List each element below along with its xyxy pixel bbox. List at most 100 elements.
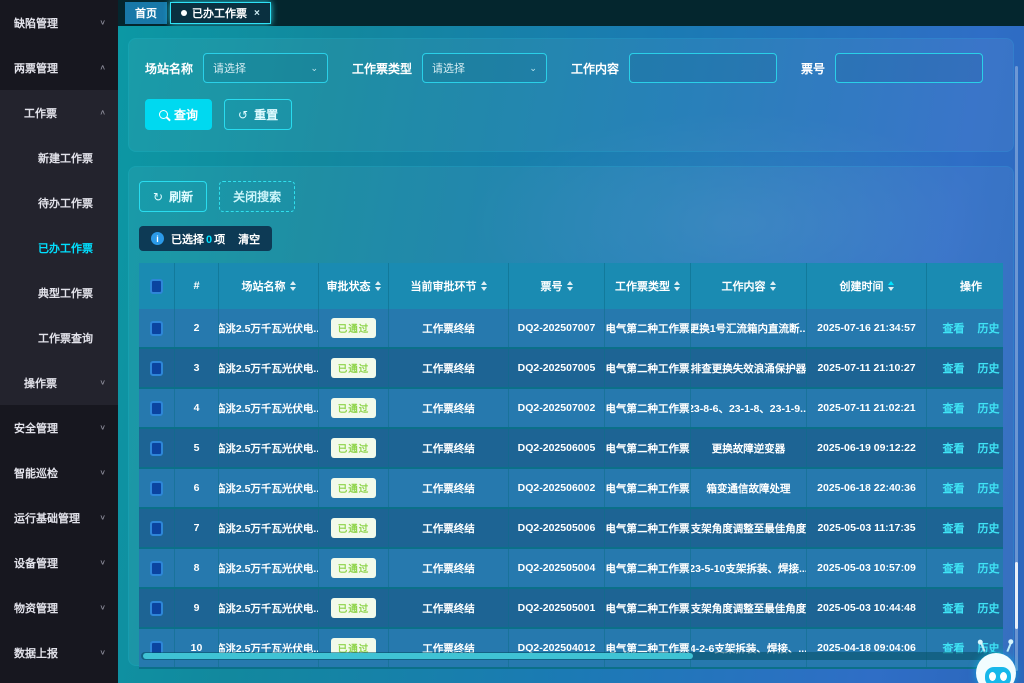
search-button[interactable]: 查询 — [145, 99, 212, 130]
sidebar: 缺陷管理∨两票管理∧工作票∧新建工作票待办工作票已办工作票典型工作票工作票查询操… — [0, 0, 118, 683]
sort-icon[interactable] — [375, 281, 381, 291]
sort-asc-icon — [290, 281, 296, 285]
sidebar-item-工作票[interactable]: 工作票∧ — [0, 90, 118, 135]
row-checkbox[interactable] — [150, 561, 163, 576]
history-link[interactable]: 历史 — [978, 560, 1000, 576]
column-header-审批状态[interactable]: 审批状态 — [319, 263, 389, 309]
history-link[interactable]: 历史 — [978, 400, 1000, 416]
ticket-type-cell: 电气第二种工作票 — [605, 509, 691, 547]
view-link[interactable]: 查看 — [943, 360, 965, 376]
close-tab-icon[interactable]: × — [254, 8, 260, 19]
history-link[interactable]: 历史 — [978, 520, 1000, 536]
clear-selection-link[interactable]: 清空 — [238, 231, 260, 247]
sort-icon[interactable] — [290, 281, 296, 291]
row-checkbox-cell — [139, 309, 175, 347]
station-name-select[interactable]: 请选择 ⌄ — [203, 53, 328, 83]
assistant-robot-icon[interactable] — [974, 645, 1018, 683]
active-tab-dot-icon — [181, 10, 187, 16]
sort-icon[interactable] — [888, 281, 894, 291]
status-badge: 已通过 — [331, 438, 377, 458]
chevron-down-icon: ⌄ — [310, 63, 318, 74]
sidebar-item-已办工作票[interactable]: 已办工作票 — [0, 225, 118, 270]
created-time-cell: 2025-07-11 21:02:21 — [807, 389, 927, 427]
approval-step-cell: 工作票终结 — [389, 389, 509, 427]
row-checkbox[interactable] — [150, 441, 163, 456]
ticket-type-cell: 电气第二种工作票 — [605, 469, 691, 507]
view-link[interactable]: 查看 — [943, 320, 965, 336]
sidebar-item-运行基础管理[interactable]: 运行基础管理∨ — [0, 495, 118, 540]
column-header-票号[interactable]: 票号 — [509, 263, 605, 309]
ticket-number-input[interactable] — [835, 53, 983, 83]
status-badge: 已通过 — [331, 518, 377, 538]
sidebar-item-设备管理[interactable]: 设备管理∨ — [0, 540, 118, 585]
sort-icon[interactable] — [481, 281, 487, 291]
sidebar-item-典型工作票[interactable]: 典型工作票 — [0, 270, 118, 315]
sidebar-item-缺陷管理[interactable]: 缺陷管理∨ — [0, 0, 118, 45]
column-header-创建时间[interactable]: 创建时间 — [807, 263, 927, 309]
work-content-input[interactable] — [629, 53, 777, 83]
work-content-cell: 更换1号汇流箱内直流断... — [691, 309, 807, 347]
select-all-checkbox[interactable] — [150, 279, 163, 294]
tab-首页[interactable]: 首页 — [125, 2, 167, 24]
history-link[interactable]: 历史 — [978, 440, 1000, 456]
sort-desc-icon — [888, 287, 894, 291]
ticket-number-cell: DQ2-202507007 — [509, 309, 605, 347]
refresh-button[interactable]: ↻ 刷新 — [139, 181, 207, 212]
horizontal-scrollbar-thumb[interactable] — [143, 653, 693, 659]
sidebar-item-工作票查询[interactable]: 工作票查询 — [0, 315, 118, 360]
row-checkbox[interactable] — [150, 361, 163, 376]
chevron-down-icon: ∨ — [99, 468, 106, 477]
column-header-工作内容[interactable]: 工作内容 — [691, 263, 807, 309]
vertical-scrollbar-thumb[interactable] — [1015, 562, 1018, 629]
close-search-button[interactable]: 关闭搜索 — [219, 181, 295, 212]
sort-icon[interactable] — [567, 281, 573, 291]
row-checkbox[interactable] — [150, 521, 163, 536]
history-link[interactable]: 历史 — [978, 360, 1000, 376]
created-time-cell: 2025-07-16 21:34:57 — [807, 309, 927, 347]
sidebar-item-数据上报[interactable]: 数据上报∨ — [0, 630, 118, 675]
approval-status-cell: 已通过 — [319, 629, 389, 667]
sidebar-item-物资管理[interactable]: 物资管理∨ — [0, 585, 118, 630]
sidebar-item-操作票[interactable]: 操作票∨ — [0, 360, 118, 405]
history-link[interactable]: 历史 — [978, 600, 1000, 616]
tab-已办工作票[interactable]: 已办工作票× — [170, 2, 271, 24]
row-checkbox[interactable] — [150, 321, 163, 336]
sidebar-item-安全管理[interactable]: 安全管理∨ — [0, 405, 118, 450]
row-checkbox[interactable] — [150, 601, 163, 616]
row-index-cell: 7 — [175, 509, 219, 547]
sidebar-item-新建工作票[interactable]: 新建工作票 — [0, 135, 118, 180]
sidebar-item-待办工作票[interactable]: 待办工作票 — [0, 180, 118, 225]
view-link[interactable]: 查看 — [943, 480, 965, 496]
view-link[interactable]: 查看 — [943, 440, 965, 456]
view-link[interactable]: 查看 — [943, 520, 965, 536]
reset-icon: ↺ — [238, 108, 248, 122]
row-checkbox[interactable] — [150, 481, 163, 496]
view-link[interactable]: 查看 — [943, 560, 965, 576]
view-link[interactable]: 查看 — [943, 600, 965, 616]
work-content-cell: 支架角度调整至最佳角度 — [691, 509, 807, 547]
sidebar-item-两票管理[interactable]: 两票管理∧ — [0, 45, 118, 90]
approval-status-cell: 已通过 — [319, 509, 389, 547]
row-checkbox-cell — [139, 629, 175, 667]
history-link[interactable]: 历史 — [978, 480, 1000, 496]
sort-icon[interactable] — [770, 281, 776, 291]
column-header-当前审批环节[interactable]: 当前审批环节 — [389, 263, 509, 309]
work-content-cell: 23-5-10支架拆装、焊接... — [691, 549, 807, 587]
row-index-cell: 2 — [175, 309, 219, 347]
sidebar-item-label: 数据上报 — [14, 645, 58, 661]
view-link[interactable]: 查看 — [943, 400, 965, 416]
ticket-type-select[interactable]: 请选择 ⌄ — [422, 53, 547, 83]
column-header-label: 工作票类型 — [615, 278, 670, 294]
column-header-场站名称[interactable]: 场站名称 — [219, 263, 319, 309]
actions-cell: 查看历史 — [927, 469, 1015, 507]
approval-status-cell: 已通过 — [319, 549, 389, 587]
sort-icon[interactable] — [674, 281, 680, 291]
horizontal-scrollbar[interactable] — [141, 652, 1001, 660]
column-header-工作票类型[interactable]: 工作票类型 — [605, 263, 691, 309]
history-link[interactable]: 历史 — [978, 320, 1000, 336]
sort-asc-icon — [481, 281, 487, 285]
vertical-scrollbar[interactable] — [1015, 66, 1018, 671]
reset-button[interactable]: ↺ 重置 — [224, 99, 292, 130]
sidebar-item-智能巡检[interactable]: 智能巡检∨ — [0, 450, 118, 495]
row-checkbox[interactable] — [150, 401, 163, 416]
